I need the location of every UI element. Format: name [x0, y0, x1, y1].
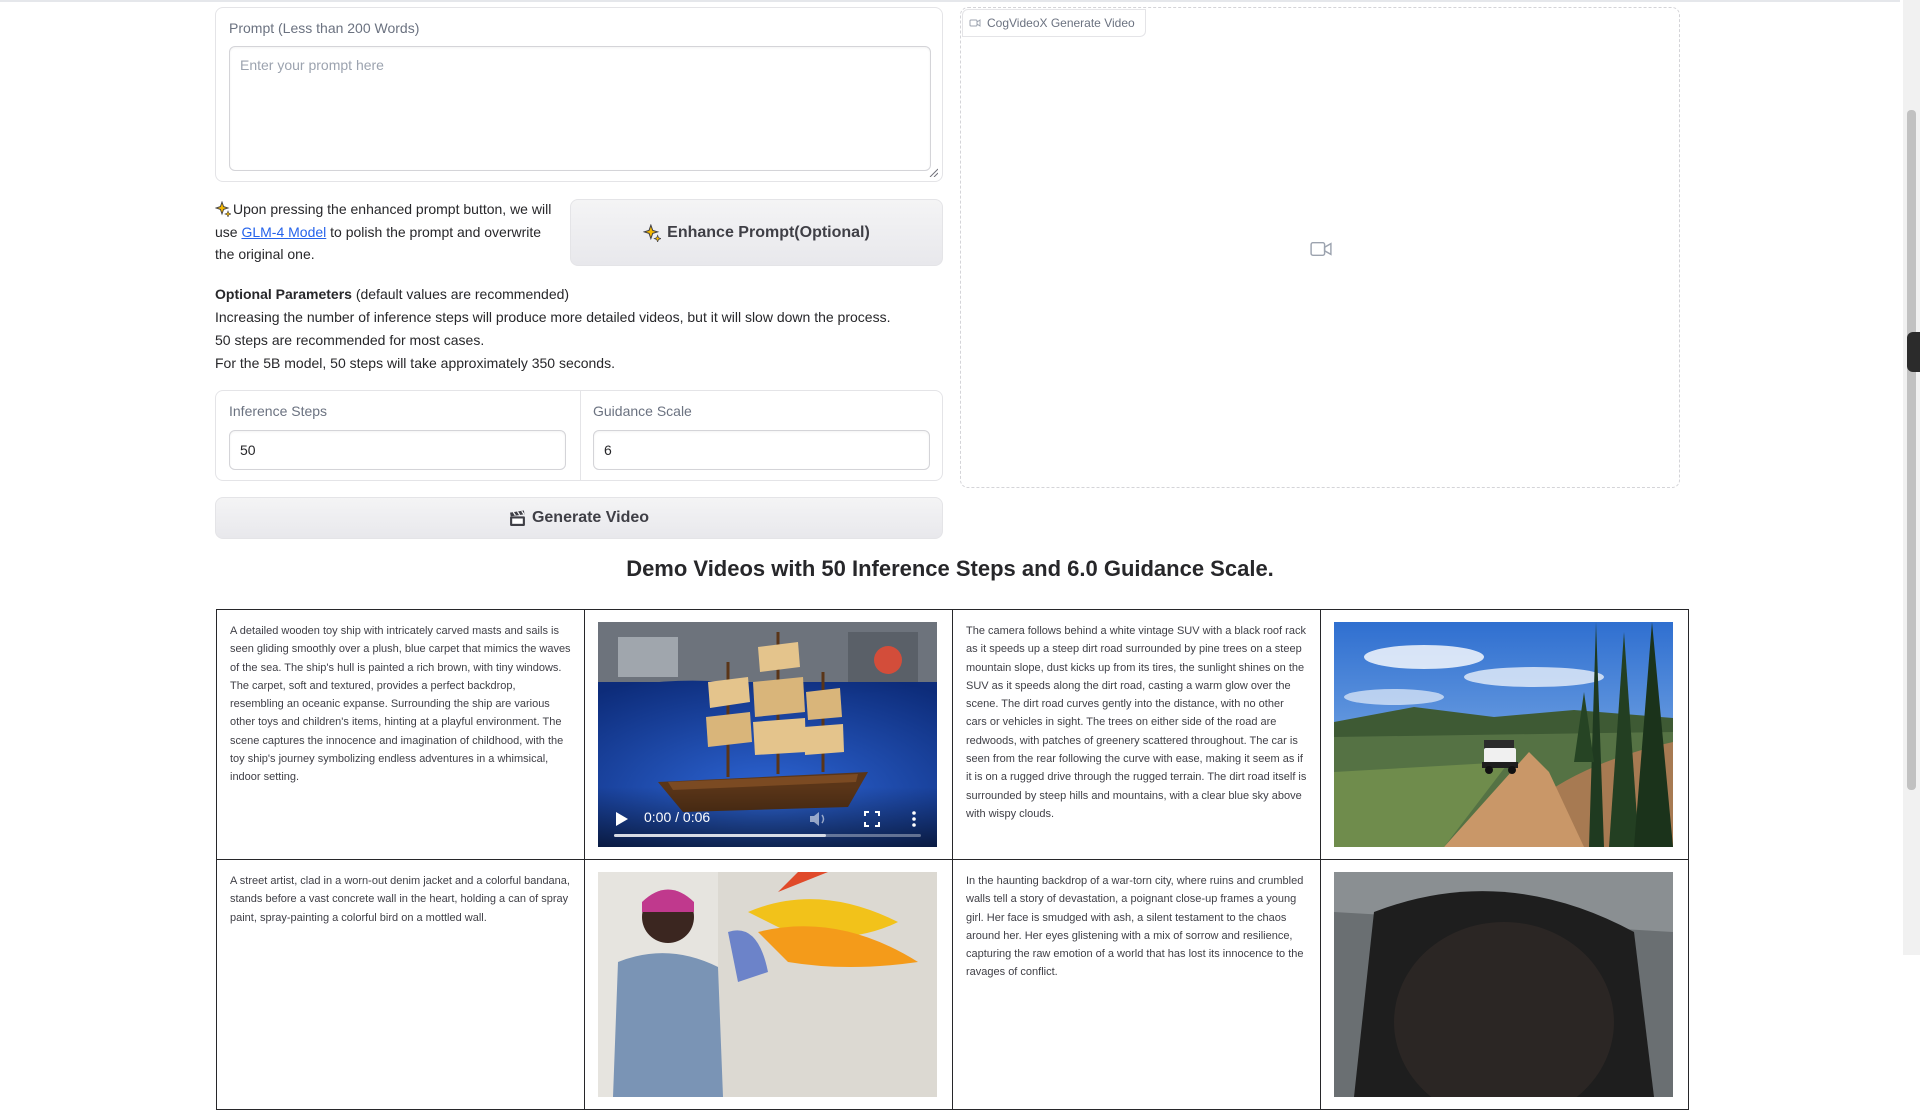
video-buffer-bar: [614, 834, 826, 837]
demo-description: A street artist, clad in a worn-out deni…: [230, 875, 570, 924]
demo-video-cell: [1320, 859, 1689, 1110]
optional-parameters-heading-rest: (default values are recommended): [351, 286, 570, 302]
demo-video-war-girl[interactable]: [1334, 872, 1673, 1097]
video-output-label-text: CogVideoX Generate Video: [987, 16, 1135, 30]
optional-parameters-line: Increasing the number of inference steps…: [215, 309, 891, 325]
sparkle-icon: [643, 223, 662, 242]
page: Prompt (Less than 200 Words) Upon pressi…: [0, 0, 1900, 1110]
demo-description-cell: A street artist, clad in a worn-out deni…: [216, 859, 585, 1110]
optional-parameters-info: Optional Parameters (default values are …: [215, 283, 955, 375]
street-artist-frame: [598, 872, 937, 1097]
enhance-prompt-button-label: Enhance Prompt(Optional): [667, 223, 870, 241]
prompt-block: Prompt (Less than 200 Words): [215, 7, 943, 182]
page-scrollbar[interactable]: [1903, 0, 1920, 955]
demo-description-cell: A detailed wooden toy ship with intricat…: [216, 609, 585, 860]
demo-video-suv[interactable]: [1334, 622, 1673, 847]
optional-parameters-heading: Optional Parameters (default values are …: [215, 283, 955, 306]
parameters-box: Inference Steps Guidance Scale: [215, 390, 943, 481]
scrollbar-thumb[interactable]: [1907, 110, 1916, 790]
demo-video-cell: [584, 859, 953, 1110]
generate-video-button-label: Generate Video: [531, 509, 650, 526]
suv-road-frame: [1334, 622, 1673, 847]
demo-video-street-artist[interactable]: [598, 872, 937, 1097]
video-camera-icon: [1310, 241, 1332, 257]
demo-table: A detailed wooden toy ship with intricat…: [216, 609, 1689, 1110]
demo-description-cell: In the haunting backdrop of a war-torn c…: [952, 859, 1321, 1110]
video-output: CogVideoX Generate Video: [960, 7, 1680, 488]
volume-icon[interactable]: [809, 811, 827, 827]
prompt-input[interactable]: [229, 46, 931, 171]
more-options-icon[interactable]: [911, 811, 917, 827]
demo-description: A detailed wooden toy ship with intricat…: [230, 625, 571, 784]
clapperboard-icon: [510, 510, 525, 526]
war-girl-frame: [1334, 872, 1673, 1097]
fullscreen-icon[interactable]: [864, 811, 880, 827]
video-progress-track[interactable]: [614, 834, 921, 837]
optional-parameters-line: 50 steps are recommended for most cases.: [215, 332, 485, 348]
sparkle-icon: [215, 201, 231, 217]
enhance-description: Upon pressing the enhanced prompt button…: [215, 198, 560, 266]
demo-description: The camera follows behind a white vintag…: [966, 625, 1307, 820]
video-output-label: CogVideoX Generate Video: [962, 9, 1146, 37]
demo-description: In the haunting backdrop of a war-torn c…: [966, 875, 1304, 979]
inference-steps-input[interactable]: [229, 430, 566, 470]
table-row: A detailed wooden toy ship with intricat…: [216, 609, 1689, 860]
optional-parameters-heading-bold: Optional Parameters: [215, 286, 352, 302]
demo-title: Demo Videos with 50 Inference Steps and …: [626, 556, 1274, 581]
demo-video-cell: [1320, 609, 1689, 860]
enhance-prompt-button[interactable]: Enhance Prompt(Optional): [570, 199, 943, 266]
demo-video-cell: 0:00 / 0:06: [584, 609, 953, 860]
play-icon[interactable]: [616, 812, 628, 826]
glm4-model-link[interactable]: GLM-4 Model: [241, 224, 326, 240]
inference-steps-field: Inference Steps: [216, 391, 581, 480]
guidance-scale-label: Guidance Scale: [593, 403, 692, 419]
prompt-label: Prompt (Less than 200 Words): [229, 20, 420, 36]
video-controls: 0:00 / 0:06: [598, 787, 937, 847]
inference-steps-label: Inference Steps: [229, 403, 328, 419]
video-camera-icon: [969, 19, 981, 27]
guidance-scale-field: Guidance Scale: [580, 391, 942, 480]
generate-video-button[interactable]: Generate Video: [215, 497, 943, 539]
table-row: A street artist, clad in a worn-out deni…: [216, 859, 1689, 1110]
side-panel-handle[interactable]: [1907, 332, 1920, 372]
video-time: 0:00 / 0:06: [644, 809, 711, 825]
demo-video-toy-ship[interactable]: 0:00 / 0:06: [598, 622, 937, 847]
demo-description-cell: The camera follows behind a white vintag…: [952, 609, 1321, 860]
resize-grip-icon[interactable]: [928, 167, 938, 177]
guidance-scale-input[interactable]: [593, 430, 930, 470]
optional-parameters-line: For the 5B model, 50 steps will take app…: [215, 355, 615, 371]
